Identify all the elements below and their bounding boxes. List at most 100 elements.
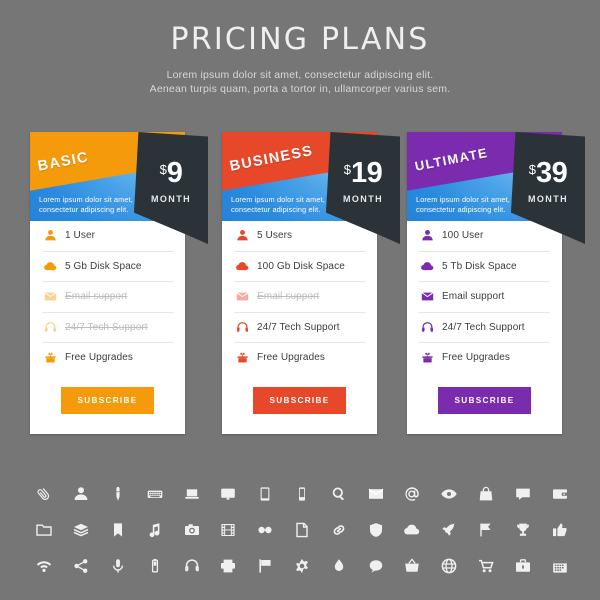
share-icon[interactable]	[63, 548, 100, 584]
cloud-icon[interactable]	[394, 512, 431, 548]
currency-symbol: $	[159, 162, 167, 177]
feature-label: 5 Gb Disk Space	[65, 260, 142, 272]
billing-period: MONTH	[528, 194, 568, 204]
user-icon[interactable]	[63, 476, 100, 512]
headphones-icon[interactable]	[173, 548, 210, 584]
feature-row: Email support	[419, 282, 550, 313]
feature-label: 24/7 Tech Support	[442, 321, 525, 333]
glasses-icon[interactable]	[247, 512, 284, 548]
bag-icon[interactable]	[468, 476, 505, 512]
price-ribbon-content: $ 9 MONTH	[134, 159, 208, 205]
cloud-icon	[234, 260, 251, 273]
feature-row: Email support	[42, 282, 173, 313]
envelope-icon[interactable]	[357, 476, 394, 512]
chat-icon[interactable]	[504, 476, 541, 512]
envelope-icon	[419, 290, 436, 303]
microphone-icon[interactable]	[100, 548, 137, 584]
feature-label: Free Upgrades	[442, 352, 510, 364]
pen-icon[interactable]	[100, 476, 137, 512]
trophy-icon[interactable]	[504, 512, 541, 548]
pricing-card-business[interactable]: BUSINESS Lorem ipsum dolor sit amet, con…	[222, 132, 400, 434]
gear-icon[interactable]	[284, 548, 321, 584]
music-note-icon[interactable]	[136, 512, 173, 548]
subtitle-line-2: Aenean turpis quam, porta a tortor in, u…	[149, 83, 451, 95]
calendar-icon[interactable]	[541, 548, 578, 584]
feature-label: Email support	[65, 291, 128, 303]
feature-label: 100 Gb Disk Space	[257, 260, 345, 272]
camera-icon[interactable]	[173, 512, 210, 548]
subtitle-line-1: Lorem ipsum dolor sit amet, consectetur …	[166, 69, 434, 81]
feature-list: 100 User 5 Tb Disk Space Email support 24/7…	[407, 221, 562, 373]
rocket-icon[interactable]	[431, 512, 468, 548]
feature-row: Free Upgrades	[42, 343, 173, 373]
currency-symbol: $	[343, 162, 351, 177]
basket-icon[interactable]	[394, 548, 431, 584]
droplet-icon[interactable]	[320, 548, 357, 584]
page-header: PRICING PLANS Lorem ipsum dolor sit amet…	[0, 0, 600, 96]
smartphone-icon[interactable]	[284, 476, 321, 512]
price-ribbon-content: $ 19 MONTH	[326, 159, 400, 205]
feature-row: Email support	[234, 282, 365, 313]
feature-label: Email support	[442, 291, 505, 303]
feature-label: Free Upgrades	[257, 352, 325, 364]
user-icon	[234, 229, 251, 242]
bookmark-icon[interactable]	[100, 512, 137, 548]
thumbs-up-icon[interactable]	[541, 512, 578, 548]
battery-icon[interactable]	[136, 548, 173, 584]
feature-label: Free Upgrades	[65, 352, 133, 364]
feature-list: 5 Users 100 Gb Disk Space Email support 24/…	[222, 221, 377, 373]
feature-label: 100 User	[442, 230, 484, 242]
headphones-icon	[419, 321, 436, 334]
feature-row: 100 User	[419, 221, 550, 252]
paperclip-icon[interactable]	[26, 476, 63, 512]
pricing-cards: BASIC Lorem ipsum dolor sit amet, consec…	[0, 118, 600, 448]
flag-icon[interactable]	[247, 548, 284, 584]
monitor-icon[interactable]	[210, 476, 247, 512]
wifi-icon[interactable]	[26, 548, 63, 584]
user-icon	[419, 229, 436, 242]
pricing-card-basic[interactable]: BASIC Lorem ipsum dolor sit amet, consec…	[30, 132, 208, 434]
at-sign-icon[interactable]	[394, 476, 431, 512]
feature-label: 5 Users	[257, 230, 293, 242]
feature-row: 24/7 Tech Support	[234, 313, 365, 343]
laptop-icon[interactable]	[173, 476, 210, 512]
headphones-icon	[42, 321, 59, 334]
layers-icon[interactable]	[63, 512, 100, 548]
feature-row: 24/7 Tech Support	[419, 313, 550, 343]
feature-label: 24/7 Tech Support	[65, 321, 148, 333]
subscribe-button[interactable]: SUBSCRIBE	[437, 386, 532, 414]
subscribe-button[interactable]: SUBSCRIBE	[60, 386, 155, 414]
currency-symbol: $	[528, 162, 536, 177]
link-icon[interactable]	[320, 512, 357, 548]
briefcase-icon[interactable]	[504, 548, 541, 584]
feature-row: 1 User	[42, 221, 173, 252]
price-line: $ 19	[326, 159, 400, 188]
shopping-cart-icon[interactable]	[468, 548, 505, 584]
printer-icon[interactable]	[210, 548, 247, 584]
eye-icon[interactable]	[431, 476, 468, 512]
user-icon	[42, 229, 59, 242]
tablet-icon[interactable]	[247, 476, 284, 512]
keyboard-icon[interactable]	[136, 476, 173, 512]
flag-pennant-icon[interactable]	[468, 512, 505, 548]
price-amount: 39	[535, 157, 568, 189]
shield-icon[interactable]	[357, 512, 394, 548]
subscribe-button-wrap: SUBSCRIBE	[30, 386, 185, 414]
cloud-icon	[42, 260, 59, 273]
feature-row: 5 Tb Disk Space	[419, 252, 550, 282]
page-subtitle: Lorem ipsum dolor sit amet, consectetur …	[0, 68, 600, 96]
subscribe-button[interactable]: SUBSCRIBE	[252, 386, 347, 414]
envelope-icon	[234, 290, 251, 303]
document-icon[interactable]	[284, 512, 321, 548]
speech-bubble-icon[interactable]	[357, 548, 394, 584]
film-icon[interactable]	[210, 512, 247, 548]
feature-row: 5 Gb Disk Space	[42, 252, 173, 282]
pricing-card-ultimate[interactable]: ULTIMATE Lorem ipsum dolor sit amet, con…	[407, 132, 585, 434]
wallet-icon[interactable]	[541, 476, 578, 512]
page-title: PRICING PLANS	[170, 22, 430, 57]
feature-list: 1 User 5 Gb Disk Space Email support 24/7 T…	[30, 221, 185, 373]
folder-icon[interactable]	[26, 512, 63, 548]
feature-label: Email support	[257, 291, 320, 303]
search-icon[interactable]	[320, 476, 357, 512]
globe-icon[interactable]	[431, 548, 468, 584]
